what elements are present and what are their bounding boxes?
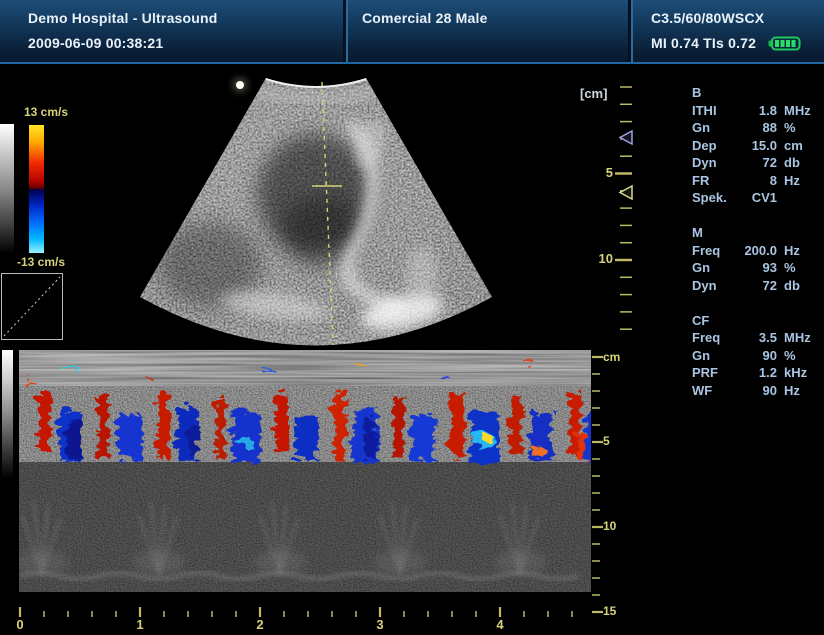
hospital-name: Demo Hospital - Ultrasound [28, 10, 343, 26]
focus-marker-icon[interactable] [620, 186, 632, 199]
param-section-b: B ITHI 1.8 MHz Gn 88 % [692, 84, 820, 207]
param-row: PRF 1.2 kHz [692, 364, 820, 382]
param-section-title: M [692, 224, 820, 242]
param-section-m: M Freq 200.0 Hz Gn 93 % [692, 224, 820, 294]
gray-curve-diagonal [4, 277, 60, 336]
param-section-title: B [692, 84, 820, 102]
param-value: 90 [739, 347, 777, 365]
gray-curve-box [1, 273, 63, 340]
mmode-nearfield-band [19, 350, 591, 386]
bmode-grayscale-bar [0, 124, 14, 253]
param-label: Gn [692, 347, 739, 365]
param-section-title: CF [692, 312, 820, 330]
param-row: ITHI 1.8 MHz [692, 102, 820, 120]
param-row: Dyn 72 db [692, 277, 820, 295]
mmode-depth-label-cm: cm [603, 350, 633, 364]
bmode-image [70, 64, 510, 360]
param-row: Freq 200.0 Hz [692, 242, 820, 260]
battery-level-icon [768, 36, 801, 51]
mmode-depth-label-15: 15 [603, 604, 633, 618]
param-row: FR 8 Hz [692, 172, 820, 190]
param-section-cf: CF Freq 3.5 MHz Gn 90 % [692, 312, 820, 400]
param-value: CV1 [739, 189, 777, 207]
param-row: Dep 15.0 cm [692, 137, 820, 155]
mmode-depth-label-10: 10 [603, 519, 633, 533]
probe-preset: C3.5/60/80WSCX [651, 10, 824, 26]
param-label: PRF [692, 364, 739, 382]
bmode-depth-ruler [612, 80, 638, 336]
param-label: ITHI [692, 102, 739, 120]
param-label: Freq [692, 242, 739, 260]
focus-marker-icon[interactable] [620, 131, 632, 144]
param-value: 93 [739, 259, 777, 277]
velocity-max-label: 13 cm/s [24, 105, 68, 119]
param-unit: MHz [784, 102, 811, 120]
param-value: 3.5 [739, 329, 777, 347]
header-section-hospital: Demo Hospital - Ultrasound 2009-06-09 00… [0, 0, 343, 62]
param-label: Spek. [692, 189, 739, 207]
param-value: 200.0 [739, 242, 777, 260]
param-label: Freq [692, 329, 739, 347]
header-bar: Demo Hospital - Ultrasound 2009-06-09 00… [0, 0, 824, 64]
param-value: 15.0 [739, 137, 777, 155]
param-row: Dyn 72 db [692, 154, 820, 172]
param-value: 72 [739, 154, 777, 172]
param-row: Spek. CV1 [692, 189, 820, 207]
param-label: Dyn [692, 154, 739, 172]
param-label: Dyn [692, 277, 739, 295]
param-unit: Hz [784, 172, 800, 190]
param-unit: Hz [784, 382, 800, 400]
param-row: Gn 88 % [692, 119, 820, 137]
bmode-fan [70, 64, 510, 360]
acoustic-indices: MI 0.74 TIs 0.72 [651, 35, 756, 51]
patient-info: Comercial 28 Male [362, 10, 628, 26]
param-label: Gn [692, 119, 739, 137]
time-label-4: 4 [492, 617, 508, 632]
ultrasound-screen: Demo Hospital - Ultrasound 2009-06-09 00… [0, 0, 824, 635]
bmode-ruler-label-5: 5 [588, 165, 613, 180]
param-value: 90 [739, 382, 777, 400]
param-value: 1.8 [739, 102, 777, 120]
time-label-0: 0 [12, 617, 28, 632]
header-section-probe: C3.5/60/80WSCX MI 0.74 TIs 0.72 [628, 0, 824, 62]
param-unit: MHz [784, 329, 811, 347]
mmode-grayscale-bar [2, 350, 13, 478]
param-value: 8 [739, 172, 777, 190]
orientation-marker-dot [233, 78, 247, 92]
param-value: 72 [739, 277, 777, 295]
velocity-min-label: -13 cm/s [17, 255, 65, 269]
param-row: WF 90 Hz [692, 382, 820, 400]
time-label-3: 3 [372, 617, 388, 632]
parameter-panel: B ITHI 1.8 MHz Gn 88 % [692, 84, 820, 417]
param-unit: db [784, 277, 800, 295]
param-unit: kHz [784, 364, 807, 382]
param-value: 1.2 [739, 364, 777, 382]
exam-datetime: 2009-06-09 00:38:21 [28, 35, 343, 51]
param-unit: db [784, 154, 800, 172]
param-unit: % [784, 347, 796, 365]
param-label: Gn [692, 259, 739, 277]
param-value: 88 [739, 119, 777, 137]
header-section-patient: Comercial 28 Male [343, 0, 628, 62]
param-unit: cm [784, 137, 803, 155]
param-row: Freq 3.5 MHz [692, 329, 820, 347]
time-label-1: 1 [132, 617, 148, 632]
time-label-2: 2 [252, 617, 268, 632]
time-axis [0, 606, 600, 620]
param-label: WF [692, 382, 739, 400]
param-unit: % [784, 259, 796, 277]
param-unit: Hz [784, 242, 800, 260]
param-row: Gn 90 % [692, 347, 820, 365]
param-row: Gn 93 % [692, 259, 820, 277]
bmode-ruler-unit: [cm] [580, 86, 607, 101]
param-unit: % [784, 119, 796, 137]
mmode-depth-axis [590, 348, 618, 620]
bmode-ruler-label-10: 10 [588, 251, 613, 266]
mmode-image [19, 350, 591, 610]
mmode-depth-label-5: 5 [603, 434, 633, 448]
param-label: Dep [692, 137, 739, 155]
param-label: FR [692, 172, 739, 190]
color-doppler-bar [29, 125, 44, 253]
